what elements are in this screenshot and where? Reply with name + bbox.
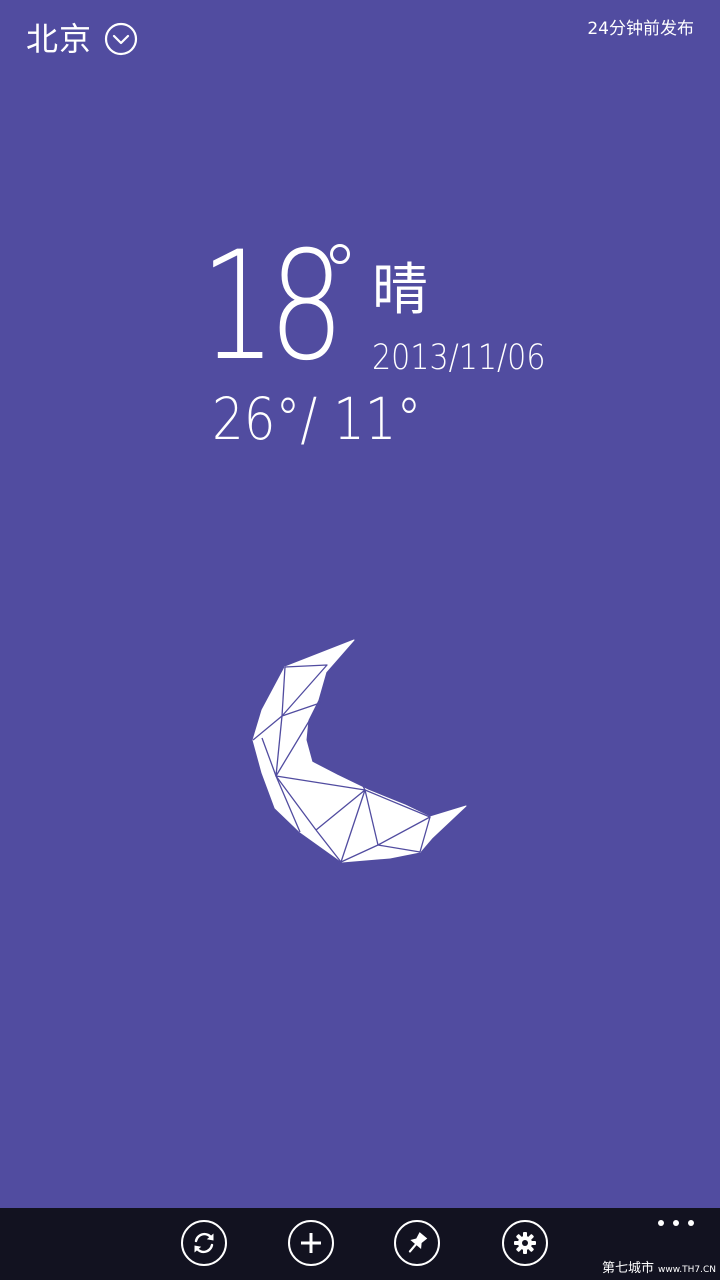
watermark-text: 第七城市 (601, 1261, 654, 1276)
ellipsis-icon (673, 1220, 679, 1226)
city-name: 北京 (26, 20, 93, 58)
temperature-range: 26°/ 11° (212, 385, 422, 453)
settings-button[interactable] (502, 1220, 548, 1266)
city-selector[interactable]: 北京 (26, 14, 138, 64)
add-icon (301, 1233, 321, 1253)
current-temperature: 18 (200, 220, 345, 394)
refresh-icon (194, 1232, 214, 1254)
ellipsis-icon (688, 1220, 694, 1226)
add-city-button[interactable] (288, 1220, 334, 1266)
refresh-button[interactable] (181, 1220, 227, 1266)
gear-icon (514, 1232, 536, 1254)
forecast-date: 2013/11/06 (372, 338, 546, 378)
ellipsis-icon (658, 1220, 664, 1226)
weather-condition: 晴 (372, 258, 428, 323)
pin-icon (408, 1232, 428, 1253)
pin-to-start-button[interactable] (394, 1220, 440, 1266)
degree-symbol (330, 244, 350, 264)
chevron-down-icon[interactable] (104, 22, 138, 56)
watermark-site: www.TH7.CN (658, 1265, 716, 1275)
more-options-button[interactable] (658, 1218, 694, 1228)
publish-time: 24分钟前发布 (587, 19, 694, 39)
watermark: 第七城市 www.TH7.CN (602, 1261, 716, 1278)
crescent-moon-icon (252, 639, 467, 863)
weather-screen: 北京 24分钟前发布 18 晴 2013/11/06 26°/ 11° (0, 0, 720, 1208)
